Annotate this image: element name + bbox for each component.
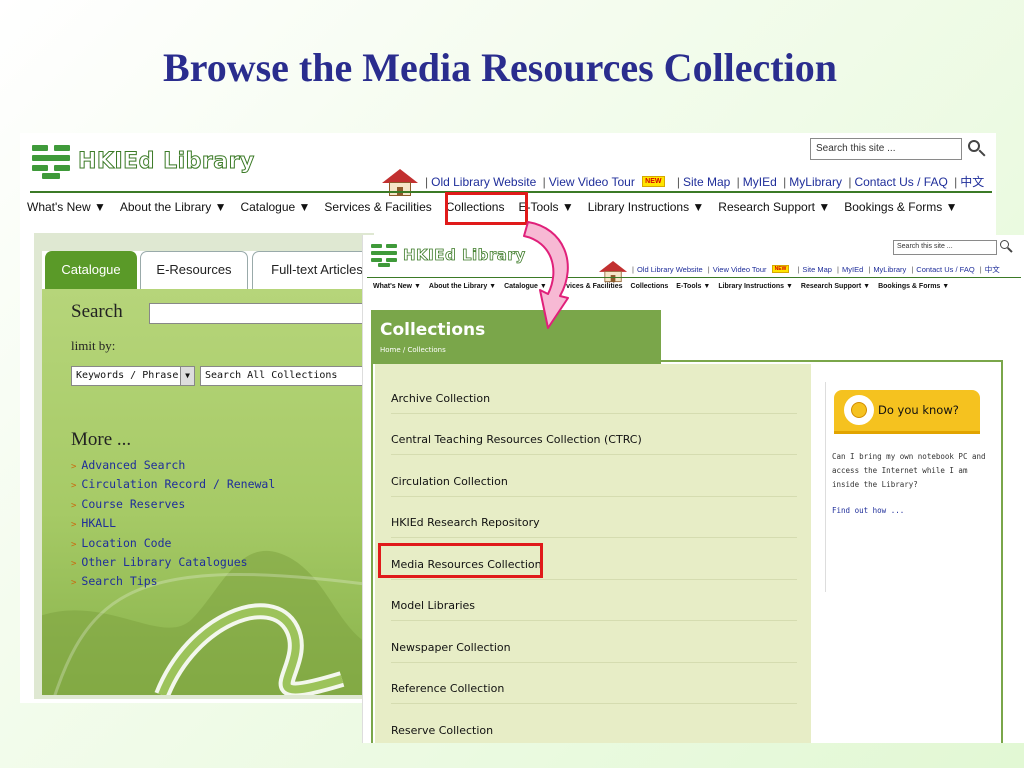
link-mylibrary[interactable]: MyLibrary: [873, 265, 906, 274]
collection-item-reserve[interactable]: Reserve Collection: [391, 716, 797, 743]
link-old-library-website[interactable]: Old Library Website: [637, 265, 703, 274]
limit-by-label: limit by:: [71, 338, 116, 353]
collection-item-circulation[interactable]: Circulation Collection: [391, 467, 797, 497]
top-links: | Old Library Website | View Video Tour NE…: [425, 175, 985, 189]
keyword-select-value: Keywords / Phrase: [76, 370, 179, 381]
catalogue-search-label: Search: [71, 301, 123, 322]
hkied-logo[interactable]: HKIEd Library: [32, 143, 255, 179]
link-myied[interactable]: MyIEd: [743, 175, 777, 189]
link-contact-faq[interactable]: Contact Us / FAQ: [854, 175, 947, 189]
more-link-location-code[interactable]: > Location Code: [71, 535, 275, 554]
collection-item-archive[interactable]: Archive Collection: [391, 384, 797, 414]
hkied-logo-icon: [371, 243, 397, 267]
nav-catalogue[interactable]: Catalogue ▼: [233, 195, 317, 219]
nav-whats-new[interactable]: What's New ▼: [369, 280, 425, 294]
nav-about-library[interactable]: About the Library ▼: [113, 195, 234, 219]
nav-research-support[interactable]: Research Support ▼: [797, 280, 874, 294]
search-icon[interactable]: [968, 140, 986, 158]
logo-text: HKIEd Library: [78, 148, 255, 174]
logo-text: HKIEd Library: [403, 246, 526, 265]
collections-highlight-box: [445, 192, 528, 225]
keyword-select[interactable]: Keywords / Phrase ▼: [71, 366, 195, 386]
nav-library-instructions[interactable]: Library Instructions ▼: [714, 280, 797, 294]
collection-item-newspaper[interactable]: Newspaper Collection: [391, 633, 797, 663]
collections-page-screenshot: HKIEd Library Search this site ... | Old …: [362, 235, 1024, 743]
link-myied[interactable]: MyIEd: [842, 265, 863, 274]
link-site-map[interactable]: Site Map: [802, 265, 832, 274]
lifebuoy-icon: [844, 395, 874, 425]
do-you-know-sidebar: Do you know? Can I bring my own notebook…: [825, 382, 1003, 592]
search-icon[interactable]: [1000, 240, 1013, 253]
home-icon[interactable]: [599, 261, 628, 283]
more-heading: More ...: [71, 429, 132, 450]
curved-arrow-icon: [523, 221, 569, 329]
nav-services-facilities[interactable]: Services & Facilities: [317, 195, 438, 219]
collections-page-title: Collections: [380, 320, 486, 340]
new-badge: NEW: [771, 265, 790, 273]
more-link-circulation-record[interactable]: > Circulation Record / Renewal: [71, 476, 275, 495]
hkied-logo-icon: [32, 143, 70, 179]
nav-collections[interactable]: Collections: [627, 280, 673, 294]
nav-about-library[interactable]: About the Library ▼: [425, 280, 500, 294]
link-view-video-tour[interactable]: View Video Tour: [549, 175, 635, 189]
link-view-video-tour[interactable]: View Video Tour: [713, 265, 767, 274]
tab-catalogue[interactable]: Catalogue: [45, 251, 137, 289]
do-you-know-heading: Do you know?: [878, 403, 959, 417]
more-links-list: > Advanced Search > Circulation Record / R…: [71, 457, 275, 593]
more-link-search-tips[interactable]: > Search Tips: [71, 573, 275, 592]
do-you-know-text: Can I bring my own notebook PC and acces…: [832, 452, 986, 489]
collection-item-ctrc[interactable]: Central Teaching Resources Collection (C…: [391, 425, 797, 455]
chevron-down-icon: ▼: [180, 367, 194, 385]
nav-bookings-forms[interactable]: Bookings & Forms ▼: [837, 195, 964, 219]
tab-e-resources[interactable]: E-Resources: [140, 251, 248, 289]
link-contact-faq[interactable]: Contact Us / FAQ: [916, 265, 974, 274]
main-nav: What's New ▼ About the Library ▼ Catalog…: [369, 280, 953, 294]
catalogue-search-panel: Search limit by: Keywords / Phrase ▼ Sea…: [42, 289, 402, 695]
more-link-advanced-search[interactable]: > Advanced Search: [71, 457, 275, 476]
breadcrumb: Home / Collections: [380, 346, 446, 354]
more-link-other-catalogues[interactable]: > Other Library Catalogues: [71, 554, 275, 573]
nav-research-support[interactable]: Research Support ▼: [711, 195, 837, 219]
collection-item-reference[interactable]: Reference Collection: [391, 674, 797, 704]
collection-select-value: Search All Collections: [205, 370, 338, 381]
nav-bookings-forms[interactable]: Bookings & Forms ▼: [874, 280, 953, 294]
collections-header: Collections Home / Collections: [371, 310, 661, 364]
slide-title: Browse the Media Resources Collection: [163, 45, 837, 90]
new-badge: NEW: [642, 176, 665, 187]
nav-e-tools[interactable]: E-Tools ▼: [672, 280, 714, 294]
top-links: | Old Library Website | View Video Tour NE…: [632, 265, 1000, 274]
collection-item-research-repository[interactable]: HKIEd Research Repository: [391, 508, 797, 538]
site-search-input[interactable]: Search this site ...: [893, 240, 997, 255]
link-site-map[interactable]: Site Map: [683, 175, 730, 189]
do-you-know-header: Do you know?: [834, 390, 980, 434]
nav-whats-new[interactable]: What's New ▼: [20, 195, 113, 219]
more-link-hkall[interactable]: > HKALL: [71, 515, 275, 534]
link-chinese[interactable]: 中文: [960, 175, 984, 189]
link-chinese[interactable]: 中文: [985, 265, 1000, 274]
collection-item-model-libraries[interactable]: Model Libraries: [391, 591, 797, 621]
site-search-input[interactable]: Search this site ...: [810, 138, 962, 160]
header-divider: [367, 277, 1021, 278]
link-mylibrary[interactable]: MyLibrary: [789, 175, 842, 189]
catalogue-tabs: Catalogue E-Resources Full-text Articles: [42, 251, 402, 289]
find-out-how-link[interactable]: Find out how ...: [832, 506, 904, 515]
nav-library-instructions[interactable]: Library Instructions ▼: [581, 195, 712, 219]
media-resources-highlight-box: [378, 543, 543, 578]
hkied-logo-small[interactable]: HKIEd Library: [371, 243, 526, 267]
more-link-course-reserves[interactable]: > Course Reserves: [71, 496, 275, 515]
link-old-library-website[interactable]: Old Library Website: [431, 175, 536, 189]
